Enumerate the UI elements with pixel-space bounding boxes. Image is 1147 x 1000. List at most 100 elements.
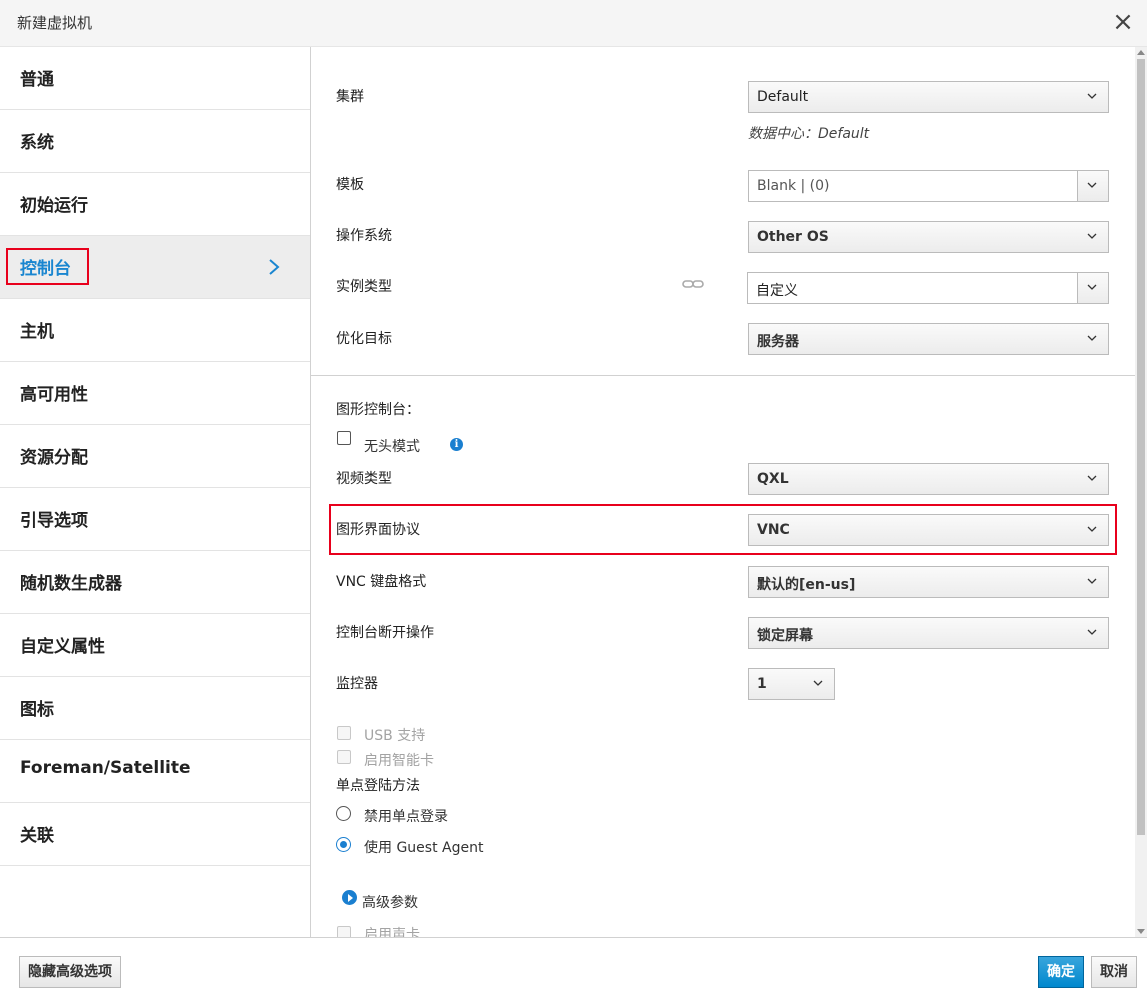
sidebar-item-label: 初始运行 <box>20 196 88 216</box>
sso-disabled-label: 禁用单点登录 <box>364 809 448 825</box>
chevron-down-icon <box>1087 284 1097 290</box>
template-value: Blank | (0) <box>757 178 830 194</box>
video-type-value: QXL <box>757 471 789 487</box>
close-icon[interactable]: × <box>1111 8 1135 36</box>
chevron-down-icon <box>1087 233 1097 239</box>
sidebar-item-icon[interactable]: 图标 <box>0 677 310 740</box>
sidebar-item-initial-run[interactable]: 初始运行 <box>0 173 310 236</box>
soundcard-checkbox[interactable] <box>337 926 351 937</box>
section-divider <box>311 375 1135 376</box>
chevron-down-icon <box>1087 629 1097 635</box>
optimized-for-select[interactable]: 服务器 <box>748 323 1109 355</box>
monitors-select[interactable]: 1 <box>748 668 835 700</box>
sidebar-item-label: 主机 <box>20 322 54 342</box>
video-type-label: 视频类型 <box>336 471 392 487</box>
instance-type-label: 实例类型 <box>336 279 392 295</box>
graphics-protocol-select[interactable]: VNC <box>748 514 1109 546</box>
sidebar-item-custom-properties[interactable]: 自定义属性 <box>0 614 310 677</box>
sidebar-item-label: 图标 <box>20 700 54 720</box>
data-center-hint: 数据中心：Default <box>748 126 870 142</box>
template-select[interactable]: Blank | (0) <box>748 170 1109 202</box>
chevron-down-icon <box>813 680 823 686</box>
smartcard-checkbox[interactable] <box>337 750 351 764</box>
chevron-down-icon <box>1087 93 1097 99</box>
sso-disabled-radio[interactable] <box>336 806 351 821</box>
dialog-title: 新建虚拟机 <box>17 14 93 32</box>
advanced-parameters-toggle[interactable]: 高级参数 <box>362 892 418 912</box>
sidebar-item-label: 资源分配 <box>20 448 88 468</box>
cluster-label: 集群 <box>336 89 364 105</box>
chevron-down-icon <box>1087 182 1097 188</box>
sidebar-item-rng[interactable]: 随机数生成器 <box>0 551 310 614</box>
monitors-label: 监控器 <box>336 676 378 692</box>
sidebar-item-label: 普通 <box>20 70 54 90</box>
headless-checkbox[interactable] <box>337 431 351 445</box>
disconnect-action-label: 控制台断开操作 <box>336 625 434 641</box>
headless-label: 无头模式 <box>364 439 420 455</box>
optimized-for-value: 服务器 <box>757 334 799 350</box>
graphics-console-title: 图形控制台： <box>336 402 420 418</box>
chevron-right-icon <box>269 259 280 275</box>
ok-button[interactable]: 确定 <box>1038 956 1084 988</box>
sso-guest-agent-radio[interactable] <box>336 837 351 852</box>
sidebar-item-resource-allocation[interactable]: 资源分配 <box>0 425 310 488</box>
expand-arrow-icon[interactable] <box>342 890 357 905</box>
hide-advanced-options-button[interactable]: 隐藏高级选项 <box>19 956 121 988</box>
sidebar-item-console[interactable]: 控制台 <box>0 236 310 299</box>
sidebar-item-host[interactable]: 主机 <box>0 299 310 362</box>
vnc-keymap-value: 默认的[en-us] <box>757 577 856 593</box>
template-label: 模板 <box>336 177 364 193</box>
sidebar-item-general[interactable]: 普通 <box>0 47 310 110</box>
vnc-keymap-select[interactable]: 默认的[en-us] <box>748 566 1109 598</box>
dialog-footer: 隐藏高级选项 确定 取消 <box>0 937 1147 1000</box>
sidebar-item-foreman-satellite[interactable]: Foreman/Satellite <box>0 740 310 803</box>
cluster-select[interactable]: Default <box>748 81 1109 113</box>
graphics-protocol-label: 图形界面协议 <box>336 522 420 538</box>
optimized-for-label: 优化目标 <box>336 331 392 347</box>
sidebar-item-label: 控制台 <box>20 259 71 279</box>
sidebar-item-affinity[interactable]: 关联 <box>0 803 310 866</box>
instance-type-value: 自定义 <box>756 283 798 299</box>
os-label: 操作系统 <box>336 228 392 244</box>
disconnect-action-select[interactable]: 锁定屏幕 <box>748 617 1109 649</box>
console-panel: 集群 Default 数据中心：Default 模板 Blank | (0) 操… <box>311 47 1135 937</box>
graphics-protocol-value: VNC <box>757 522 790 538</box>
cluster-value: Default <box>757 89 809 105</box>
os-select[interactable]: Other OS <box>748 221 1109 253</box>
sso-method-label: 单点登陆方法 <box>336 778 420 794</box>
instance-type-select[interactable]: 自定义 <box>747 272 1109 304</box>
sidebar-item-boot-options[interactable]: 引导选项 <box>0 488 310 551</box>
sso-guest-agent-label: 使用 Guest Agent <box>364 840 484 856</box>
soundcard-label: 启用声卡 <box>364 927 420 937</box>
chain-link-icon <box>682 280 704 288</box>
usb-support-label: USB 支持 <box>364 728 426 744</box>
chevron-down-icon <box>1087 335 1097 341</box>
sidebar-item-system[interactable]: 系统 <box>0 110 310 173</box>
sidebar-item-label: 系统 <box>20 133 54 153</box>
disconnect-action-value: 锁定屏幕 <box>757 628 813 644</box>
scroll-down-arrow-icon[interactable] <box>1137 929 1145 934</box>
video-type-select[interactable]: QXL <box>748 463 1109 495</box>
chevron-down-icon <box>1087 578 1097 584</box>
monitors-value: 1 <box>757 676 767 692</box>
cancel-button[interactable]: 取消 <box>1091 956 1137 988</box>
chevron-down-icon <box>1087 475 1097 481</box>
chevron-down-icon <box>1087 526 1097 532</box>
sidebar-item-label: 随机数生成器 <box>20 574 122 594</box>
vertical-scrollbar[interactable] <box>1135 47 1147 937</box>
scroll-up-arrow-icon[interactable] <box>1137 50 1145 55</box>
info-icon[interactable]: i <box>450 438 463 451</box>
vnc-keymap-label: VNC 键盘格式 <box>336 574 427 590</box>
os-value: Other OS <box>757 229 829 245</box>
dialog-title-bar: 新建虚拟机 × <box>0 0 1147 47</box>
scrollbar-thumb[interactable] <box>1137 59 1145 835</box>
sidebar-item-high-availability[interactable]: 高可用性 <box>0 362 310 425</box>
sidebar-item-label: 自定义属性 <box>20 637 105 657</box>
sidebar-item-label: Foreman/Satellite <box>20 758 191 778</box>
sidebar-item-label: 引导选项 <box>20 511 88 531</box>
sidebar: 普通 系统 初始运行 控制台 主机 高可用性 资源分配 引导选项 随机数生成器 … <box>0 47 311 937</box>
sidebar-item-label: 高可用性 <box>20 385 88 405</box>
sidebar-item-label: 关联 <box>20 826 54 846</box>
smartcard-label: 启用智能卡 <box>364 753 434 769</box>
usb-support-checkbox[interactable] <box>337 726 351 740</box>
